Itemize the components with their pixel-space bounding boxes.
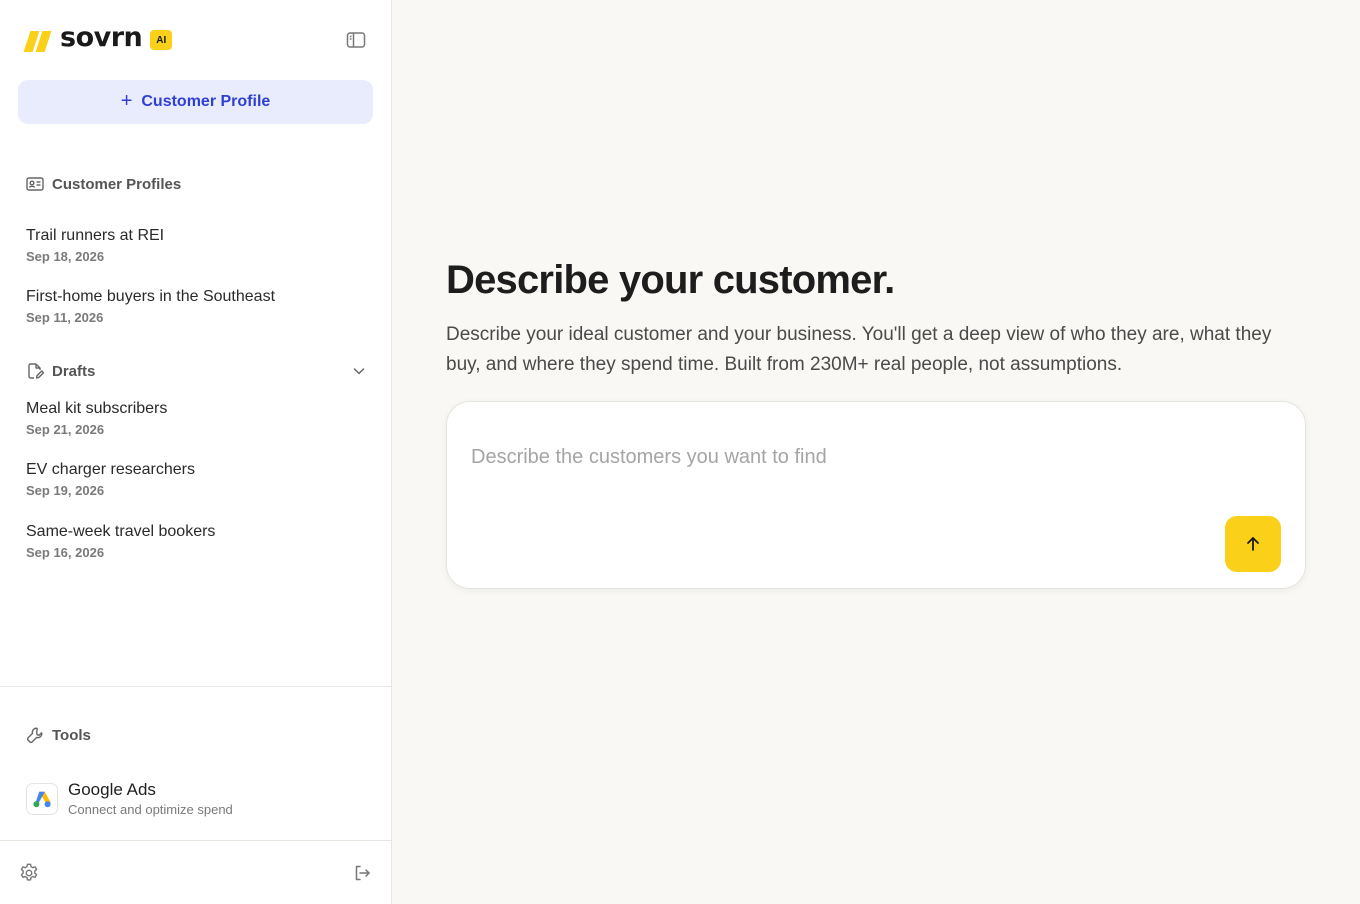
draft-item-date: Sep 19, 2026 bbox=[26, 483, 105, 498]
settings-button[interactable] bbox=[17, 861, 41, 885]
prompt-card bbox=[446, 401, 1306, 589]
brand-mark-icon bbox=[23, 28, 52, 52]
new-customer-profile-button[interactable]: + Customer Profile bbox=[18, 80, 373, 124]
drafts-title: Drafts bbox=[52, 362, 96, 380]
customer-profiles-header: Customer Profiles bbox=[26, 175, 366, 193]
sidebar-footer-divider bbox=[0, 840, 391, 841]
google-ads-tool[interactable]: Google Ads Connect and optimize spend bbox=[26, 780, 233, 817]
logout-icon bbox=[355, 865, 370, 881]
page-subtitle: Describe your ideal customer and your bu… bbox=[446, 324, 1272, 375]
ai-badge: AI bbox=[150, 30, 173, 50]
customer-profiles-title: Customer Profiles bbox=[52, 175, 182, 193]
new-customer-profile-label: Customer Profile bbox=[141, 93, 271, 110]
drafts-header: Drafts bbox=[26, 362, 366, 380]
draft-item[interactable]: Same-week travel bookers Sep 16, 2026 bbox=[26, 522, 366, 560]
id-card-icon bbox=[26, 175, 44, 193]
brand-logo[interactable]: sovrn AI bbox=[23, 22, 173, 54]
arrow-up-icon bbox=[1247, 537, 1259, 551]
profile-item-date: Sep 18, 2026 bbox=[26, 249, 105, 264]
profile-item-title: First-home buyers in the Southeast bbox=[26, 288, 276, 305]
draft-item[interactable]: EV charger researchers Sep 19, 2026 bbox=[26, 460, 366, 498]
draft-edit-icon bbox=[26, 362, 44, 380]
sidebar: sovrn AI + Customer Profile Customer Pro… bbox=[0, 0, 392, 904]
google-ads-icon bbox=[26, 782, 58, 815]
profile-item-title: Trail runners at REI bbox=[26, 227, 165, 244]
chevron-down-icon[interactable] bbox=[352, 364, 366, 378]
profile-item-date: Sep 11, 2026 bbox=[26, 310, 104, 325]
sidebar-toggle-button[interactable] bbox=[345, 30, 367, 50]
wrench-icon bbox=[26, 726, 44, 744]
tool-subtitle: Connect and optimize spend bbox=[68, 802, 233, 817]
tool-title: Google Ads bbox=[68, 780, 156, 799]
sidebar-toggle-icon bbox=[346, 32, 366, 48]
plus-icon: + bbox=[120, 90, 133, 112]
draft-item-title: Meal kit subscribers bbox=[26, 400, 168, 417]
tools-title: Tools bbox=[52, 726, 91, 744]
brand-name: sovrn bbox=[60, 22, 143, 53]
page-title: Describe your customer. bbox=[446, 258, 895, 302]
gear-icon bbox=[20, 863, 38, 881]
tools-header: Tools bbox=[26, 726, 366, 744]
draft-item-date: Sep 21, 2026 bbox=[26, 422, 105, 437]
draft-item-date: Sep 16, 2026 bbox=[26, 545, 105, 560]
profile-item[interactable]: First-home buyers in the Southeast Sep 1… bbox=[26, 287, 366, 325]
draft-item-title: Same-week travel bookers bbox=[26, 523, 216, 540]
send-button[interactable] bbox=[1225, 516, 1281, 572]
logout-button[interactable] bbox=[350, 861, 374, 885]
profile-item[interactable]: Trail runners at REI Sep 18, 2026 bbox=[26, 226, 366, 264]
draft-item-title: EV charger researchers bbox=[26, 461, 195, 478]
sidebar-divider bbox=[0, 686, 391, 687]
draft-item[interactable]: Meal kit subscribers Sep 21, 2026 bbox=[26, 399, 366, 437]
customer-description-input[interactable] bbox=[471, 446, 1211, 469]
